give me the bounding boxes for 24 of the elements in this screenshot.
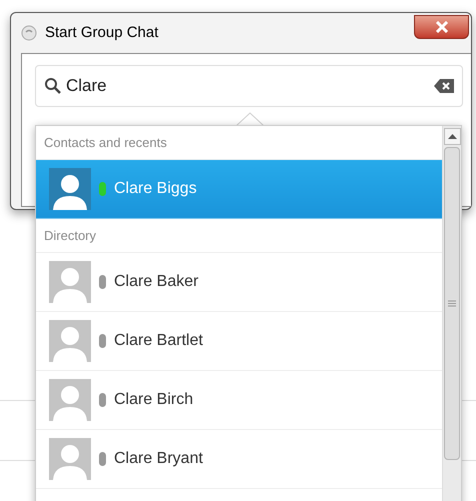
contact-name: Clare Birch (114, 390, 194, 410)
contact-row[interactable]: Clare Baker (36, 253, 442, 312)
contact-name: Clare Baker (114, 272, 198, 292)
grip-icon (448, 300, 456, 307)
avatar-icon (49, 379, 91, 421)
contact-row[interactable]: Clare Bartlet (36, 312, 442, 371)
avatar-icon (49, 261, 91, 303)
clear-icon[interactable] (434, 79, 454, 93)
contact-name: Clare Biggs (114, 179, 197, 199)
contact-row[interactable]: Clare Birch (36, 371, 442, 430)
scroll-up-icon[interactable] (444, 128, 460, 145)
window-title: Start Group Chat (45, 22, 158, 43)
avatar-icon (49, 320, 91, 362)
avatar-icon (49, 438, 91, 480)
contact-row[interactable]: Clare Bryant (36, 430, 442, 489)
search-icon (44, 77, 62, 95)
search-field[interactable]: Clare (35, 65, 463, 107)
close-button[interactable] (414, 15, 469, 39)
contact-name: Clare Bartlet (114, 331, 203, 351)
scroll-thumb[interactable] (444, 147, 460, 460)
search-input[interactable]: Clare (66, 73, 430, 99)
avatar-icon (49, 168, 91, 210)
contact-name: Clare Bryant (114, 449, 203, 469)
close-icon (434, 21, 448, 33)
